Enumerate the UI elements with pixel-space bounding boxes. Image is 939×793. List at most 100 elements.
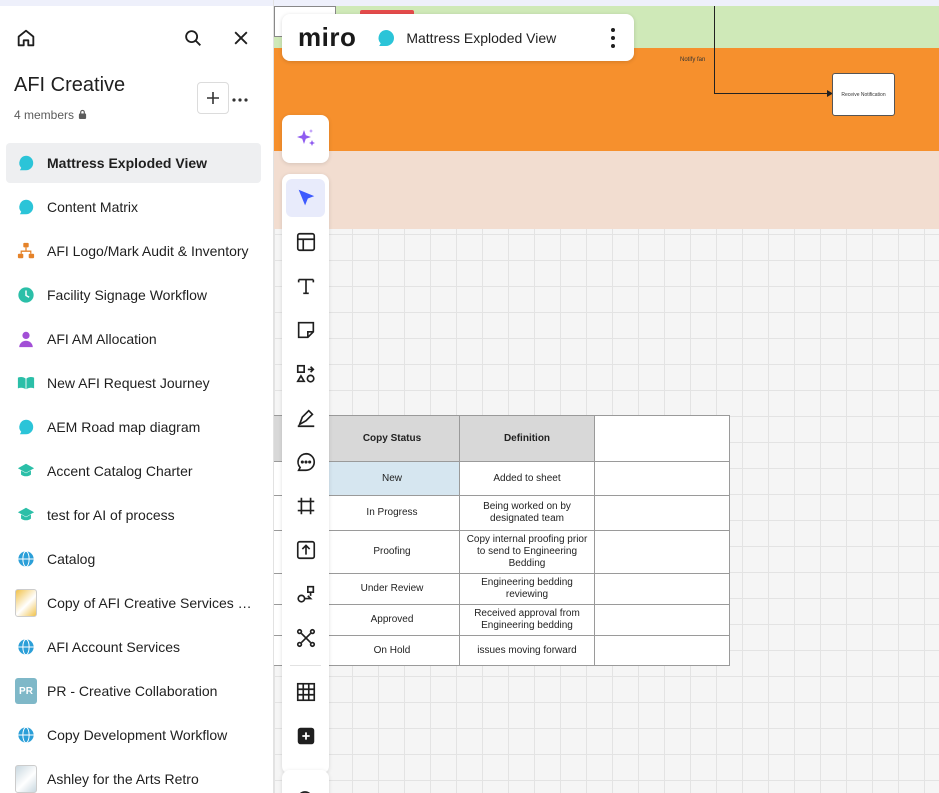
- text-icon: [297, 278, 314, 295]
- globe-icon: [15, 548, 37, 570]
- table-cell-status[interactable]: Approved: [324, 604, 460, 636]
- add-board-button[interactable]: [197, 82, 229, 114]
- select-tool[interactable]: [286, 179, 325, 217]
- table-row: ldOn Holdissues moving forward: [274, 635, 730, 666]
- table-cell-status[interactable]: In Progress: [324, 495, 460, 531]
- sidebar-board-label: Catalog: [47, 551, 96, 567]
- table-cell-empty[interactable]: [594, 495, 730, 531]
- templates-tool[interactable]: [286, 223, 325, 261]
- mind-map-tool[interactable]: [286, 619, 325, 657]
- upload-tool[interactable]: [286, 531, 325, 569]
- sidebar-top-strip: [0, 0, 273, 6]
- shapes-tool[interactable]: [286, 355, 325, 393]
- table-cell-definition[interactable]: Engineering bedding reviewing: [459, 573, 595, 605]
- sidebar-board-item[interactable]: Content Matrix: [6, 187, 261, 227]
- clock-icon: [15, 284, 37, 306]
- home-icon[interactable]: [12, 24, 40, 52]
- sidebar-board-label: Ashley for the Arts Retro: [47, 771, 199, 787]
- connector-line[interactable]: [714, 93, 831, 94]
- table-header-row: tuCopy StatusDefinition: [274, 415, 730, 462]
- upload-icon: [296, 540, 315, 560]
- swimlane-peach[interactable]: [274, 151, 939, 229]
- sidebar-board-label: test for AI of process: [47, 507, 175, 523]
- chat-bubble-icon: [15, 152, 37, 174]
- mind-map-icon: [296, 628, 315, 648]
- sidebar-board-item[interactable]: Facility Signage Workflow: [6, 275, 261, 315]
- sidebar-board-item[interactable]: AEM Road map diagram: [6, 407, 261, 447]
- members-label: 4 members: [14, 108, 75, 122]
- table-cell-empty[interactable]: [594, 461, 730, 496]
- org-chart-icon: [15, 240, 37, 262]
- sidebar-board-item[interactable]: Ashley for the Arts Retro: [6, 759, 261, 793]
- sidebar-board-item[interactable]: Copy of AFI Creative Services Board: [6, 583, 261, 623]
- table-tool[interactable]: [286, 673, 325, 711]
- more-horizontal-icon: [232, 98, 248, 102]
- flow-box-receive-notification[interactable]: Receive Notification: [832, 73, 895, 116]
- search-icon[interactable]: [179, 24, 207, 52]
- table-header-cell[interactable]: Definition: [459, 415, 595, 462]
- more-apps-tool[interactable]: [286, 717, 325, 755]
- sidebar-board-item[interactable]: Copy Development Workflow: [6, 715, 261, 755]
- table-cell-definition[interactable]: Received approval from Engineering beddi…: [459, 604, 595, 636]
- table-cell-empty[interactable]: [594, 530, 730, 574]
- table-cell-empty[interactable]: [594, 604, 730, 636]
- table-cell-definition[interactable]: Added to sheet: [459, 461, 595, 496]
- table-cell-status[interactable]: New: [324, 461, 460, 496]
- copy-status-table[interactable]: tuCopy StatusDefinitionNewAdded to sheet…: [274, 415, 730, 666]
- frame-icon: [297, 497, 314, 515]
- team-more-button[interactable]: [232, 86, 248, 107]
- more-apps-icon: [297, 727, 314, 745]
- sidebar-board-label: PR - Creative Collaboration: [47, 683, 218, 699]
- table-cell-status[interactable]: Under Review: [324, 573, 460, 605]
- table-cell-status[interactable]: On Hold: [324, 635, 460, 666]
- sidebar-board-item[interactable]: AFI Account Services: [6, 627, 261, 667]
- pen-tool[interactable]: [286, 399, 325, 437]
- comment-tool[interactable]: [286, 443, 325, 481]
- table-cell-empty[interactable]: [594, 573, 730, 605]
- frame-tool[interactable]: [286, 487, 325, 525]
- person-icon: [15, 328, 37, 350]
- sidebar-board-label: AFI Account Services: [47, 639, 181, 655]
- connector-line[interactable]: [714, 6, 715, 94]
- sidebar-board-item[interactable]: AFI Logo/Mark Audit & Inventory: [6, 231, 261, 271]
- sidebar-board-item[interactable]: Catalog: [6, 539, 261, 579]
- connector-label: Notify fan: [680, 57, 706, 63]
- board-canvas[interactable]: Notify fan Receive Notification tuCopy S…: [274, 0, 939, 793]
- table-cell-status[interactable]: Proofing: [324, 530, 460, 574]
- thumbnail-icon: [15, 589, 37, 617]
- table-icon: [296, 682, 315, 702]
- board-title[interactable]: Mattress Exploded View: [406, 30, 556, 46]
- sidebar-board-item[interactable]: PR PR - Creative Collaboration: [6, 671, 261, 711]
- globe-icon: [15, 636, 37, 658]
- sidebar-board-item[interactable]: Accent Catalog Charter: [6, 451, 261, 491]
- ai-assist-button[interactable]: [282, 115, 329, 163]
- sidebar-board-item[interactable]: test for AI of process: [6, 495, 261, 535]
- menu-dot: [611, 28, 615, 32]
- chat-bubble-icon: [15, 416, 37, 438]
- undo-icon[interactable]: [294, 786, 316, 793]
- table-header-cell[interactable]: Copy Status: [324, 415, 460, 462]
- members-count[interactable]: 4 members: [14, 108, 87, 122]
- close-icon[interactable]: [227, 24, 255, 52]
- menu-dot: [611, 36, 615, 40]
- secondary-toolbar: [282, 770, 329, 793]
- board-header: miro Mattress Exploded View: [282, 14, 634, 61]
- table-cell-empty[interactable]: [594, 635, 730, 666]
- table-cell-definition[interactable]: Being worked on by designated team: [459, 495, 595, 531]
- thumbnail-pr-icon: PR: [15, 678, 37, 704]
- select-icon: [298, 189, 314, 206]
- miro-logo[interactable]: miro: [298, 22, 356, 53]
- templates-icon: [296, 232, 315, 252]
- table-cell-definition[interactable]: Copy internal proofing prior to send to …: [459, 530, 595, 574]
- table-cell-definition[interactable]: issues moving forward: [459, 635, 595, 666]
- sidebar-board-item[interactable]: Mattress Exploded View: [6, 143, 261, 183]
- sticky-note-tool[interactable]: [286, 311, 325, 349]
- diagram-tool[interactable]: [286, 575, 325, 613]
- text-tool[interactable]: [286, 267, 325, 305]
- sidebar-board-item[interactable]: New AFI Request Journey: [6, 363, 261, 403]
- sidebar-board-item[interactable]: AFI AM Allocation: [6, 319, 261, 359]
- sidebar-board-label: Copy Development Workflow: [47, 727, 228, 743]
- sidebar-board-label: Mattress Exploded View: [47, 155, 208, 171]
- board-menu-button[interactable]: [610, 28, 616, 48]
- table-cell-empty[interactable]: [594, 415, 730, 462]
